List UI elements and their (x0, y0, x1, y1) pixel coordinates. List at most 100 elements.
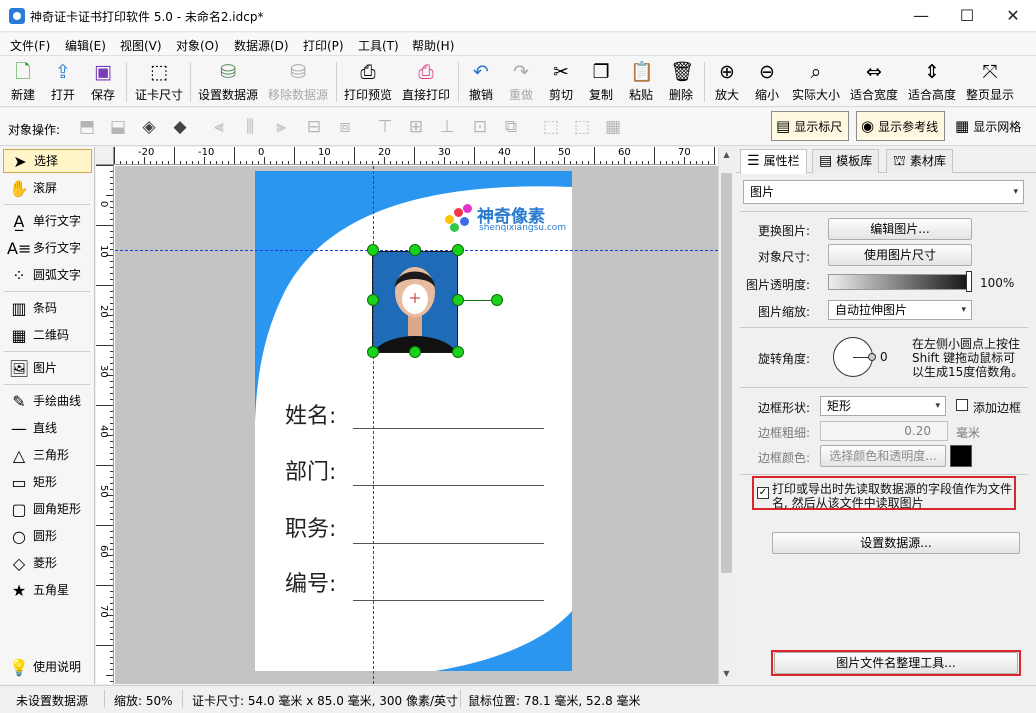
photo-placeholder[interactable] (372, 251, 458, 353)
edit-image-button[interactable]: 编辑图片... (828, 218, 972, 240)
tool-qrcode[interactable]: ▦ 二维码 (3, 323, 92, 347)
resize-handle-sw[interactable] (367, 346, 379, 358)
show-grid-toggle[interactable]: ▦ 显示网格 (955, 112, 1021, 142)
add-border-checkbox[interactable] (956, 399, 968, 411)
menu-datasource[interactable]: 数据源(D) (234, 37, 289, 54)
align-center-icon[interactable]: ⫼ (239, 116, 261, 138)
read-datasource-checkbox[interactable]: ✓ (757, 487, 769, 499)
show-ruler-toggle[interactable]: ▤ 显示标尺 (771, 111, 850, 141)
menu-object[interactable]: 对象(O) (176, 37, 219, 54)
set-datasource-button[interactable]: ⛁ 设置数据源 (197, 59, 259, 105)
actual-size-button[interactable]: ⌕ 实际大小 (790, 59, 842, 105)
layer-up-icon[interactable]: ◈ (138, 116, 160, 138)
same-size-icon[interactable]: ⧉ (500, 116, 522, 138)
border-shape-select[interactable]: 矩形 (820, 396, 946, 416)
object-type-select[interactable]: 图片 (743, 180, 1024, 204)
resize-handle-s[interactable] (409, 346, 421, 358)
tab-templates[interactable]: ▤ 模板库 (812, 149, 880, 173)
tool-freehand[interactable]: ✎ 手绘曲线 (3, 389, 92, 413)
align-right-icon[interactable]: ⫸ (270, 116, 292, 138)
tool-image[interactable]: 🖼 图片 (3, 356, 92, 380)
minimize-button[interactable]: — (898, 0, 944, 32)
choose-color-button[interactable]: 选择颜色和透明度... (820, 445, 946, 467)
opacity-slider-knob[interactable] (966, 271, 972, 292)
menu-edit[interactable]: 编辑(E) (65, 37, 106, 54)
tool-star[interactable]: ★ 五角星 (3, 578, 92, 602)
equal-spacing-icon[interactable]: ⧈ (334, 116, 356, 138)
fit-height-button[interactable]: ⇕ 适合高度 (906, 59, 958, 105)
lock-icon[interactable]: ▦ (602, 116, 624, 138)
resize-handle-se[interactable] (452, 346, 464, 358)
tool-line[interactable]: — 直线 (3, 416, 92, 440)
tool-rounded-rectangle[interactable]: ▢ 圆角矩形 (3, 497, 92, 521)
menu-view[interactable]: 视图(V) (120, 37, 162, 54)
fit-width-button[interactable]: ⇔ 适合宽度 (848, 59, 900, 105)
opacity-slider[interactable] (828, 274, 972, 290)
scroll-up-arrow[interactable]: ▲ (719, 147, 734, 163)
image-filename-tool-button[interactable]: 图片文件名整理工具... (774, 652, 1018, 674)
fit-page-button[interactable]: ⤧ 整页显示 (964, 59, 1016, 105)
border-color-swatch[interactable] (950, 445, 972, 467)
image-scale-select[interactable]: 自动拉伸图片 (828, 300, 972, 320)
cut-button[interactable]: ✂ 剪切 (546, 59, 576, 105)
set-datasource-panel-button[interactable]: 设置数据源... (772, 532, 1020, 554)
close-button[interactable]: ✕ (990, 0, 1036, 32)
layer-down-icon[interactable]: ⬓ (107, 116, 129, 138)
distribute-h-icon[interactable]: ⊟ (303, 116, 325, 138)
canvas-scrollbar[interactable]: ▲ ▼ (718, 147, 734, 684)
remove-datasource-button[interactable]: ⛁ 移除数据源 (267, 59, 329, 105)
align-bottom-icon[interactable]: ⊥ (436, 116, 458, 138)
open-button[interactable]: ⇪ 打开 (48, 59, 78, 105)
resize-handle-e[interactable] (452, 294, 464, 306)
card-size-button[interactable]: ⬚ 证卡尺寸 (134, 59, 184, 105)
maximize-button[interactable]: ☐ (944, 0, 990, 32)
tool-single-line-text[interactable]: A̲ 单行文字 (3, 209, 92, 233)
scroll-down-arrow[interactable]: ▼ (719, 666, 734, 682)
align-middle-icon[interactable]: ⊞ (405, 116, 427, 138)
copy-button[interactable]: ❐ 复制 (586, 59, 616, 105)
tool-diamond[interactable]: ◇ 菱形 (3, 551, 92, 575)
tool-barcode[interactable]: ▥ 条码 (3, 296, 92, 320)
tool-arc-text[interactable]: ⁘ 圆弧文字 (3, 263, 92, 287)
help-button[interactable]: 💡 使用说明 (3, 655, 92, 679)
align-left-icon[interactable]: ⫷ (208, 116, 230, 138)
show-guides-toggle[interactable]: ◉ 显示参考线 (856, 111, 946, 141)
tab-properties[interactable]: ☰ 属性栏 (740, 149, 807, 174)
menu-tools[interactable]: 工具(T) (358, 37, 399, 54)
layer-top-icon[interactable]: ◆ (169, 116, 191, 138)
tool-rectangle[interactable]: ▭ 矩形 (3, 470, 92, 494)
menu-print[interactable]: 打印(P) (303, 37, 344, 54)
distribute-v-icon[interactable]: ⊡ (469, 116, 491, 138)
menu-file[interactable]: 文件(F) (10, 37, 50, 54)
print-preview-button[interactable]: ⎙ 打印预览 (343, 59, 393, 105)
resize-handle-w[interactable] (367, 294, 379, 306)
layer-bottom-icon[interactable]: ⬒ (76, 116, 98, 138)
undo-button[interactable]: ↶ 撤销 (466, 59, 496, 105)
zoom-out-button[interactable]: ⊖ 缩小 (752, 59, 782, 105)
group-icon[interactable]: ⬚ (540, 116, 562, 138)
resize-handle-nw[interactable] (367, 244, 379, 256)
delete-button[interactable]: 🗑 删除 (666, 59, 696, 105)
save-button[interactable]: ▣ 保存 (88, 59, 118, 105)
border-width-spinner[interactable]: 0.20 (820, 421, 948, 441)
zoom-in-button[interactable]: ⊕ 放大 (712, 59, 742, 105)
resize-handle-ne[interactable] (452, 244, 464, 256)
align-top-icon[interactable]: ⊤ (374, 116, 396, 138)
use-image-size-button[interactable]: 使用图片尺寸 (828, 244, 972, 266)
tab-assets[interactable]: ⛫ 素材库 (886, 149, 953, 173)
work-area[interactable]: 神奇像素 shenqixiangsu.com 姓名: 部门: 职务: 编号: (115, 166, 718, 684)
resize-handle-n[interactable] (409, 244, 421, 256)
ungroup-icon[interactable]: ⬚ (571, 116, 593, 138)
direct-print-button[interactable]: ⎙ 直接打印 (401, 59, 451, 105)
tool-select[interactable]: ➤ 选择 (3, 149, 92, 173)
rotation-dial-knob[interactable] (868, 353, 876, 361)
tool-circle[interactable]: ○ 圆形 (3, 524, 92, 548)
tool-pan[interactable]: ✋ 滚屏 (3, 176, 92, 200)
new-button[interactable]: 🗋 新建 (8, 59, 38, 105)
rotate-handle[interactable] (491, 294, 503, 306)
tool-multi-line-text[interactable]: A≡ 多行文字 (3, 236, 92, 260)
redo-button[interactable]: ↷ 重做 (506, 59, 536, 105)
paste-button[interactable]: 📋 粘贴 (626, 59, 656, 105)
menu-help[interactable]: 帮助(H) (412, 37, 454, 54)
scroll-thumb[interactable] (721, 173, 732, 573)
